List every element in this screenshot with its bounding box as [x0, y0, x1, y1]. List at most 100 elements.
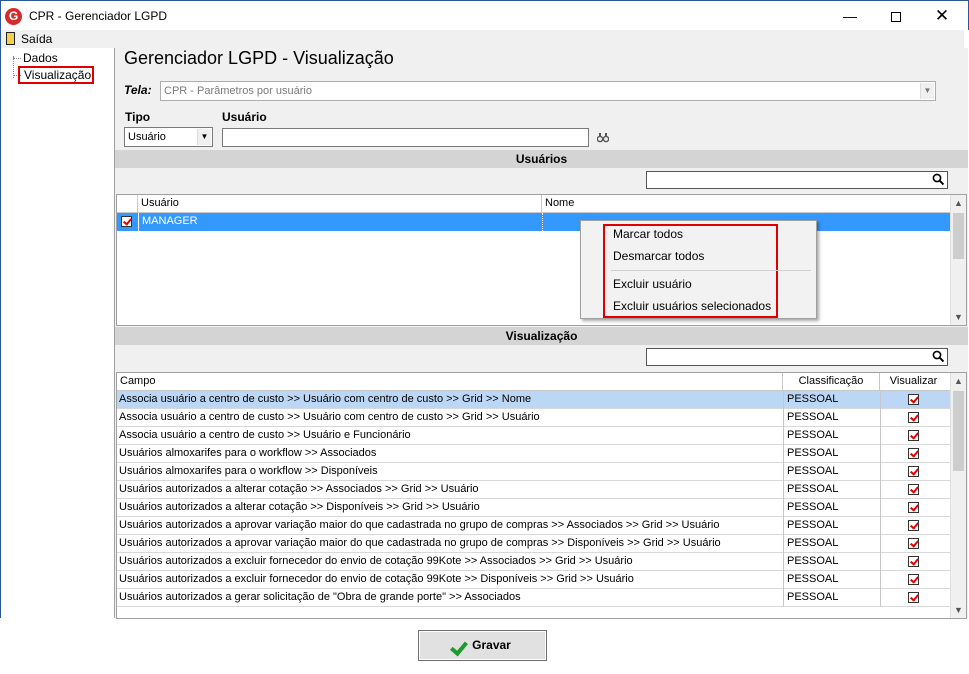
- usuario-label: Usuário: [222, 110, 267, 124]
- cell-campo: Associa usuário a centro de custo >> Usu…: [119, 411, 540, 423]
- usuario-input[interactable]: [222, 128, 589, 147]
- visualizacao-search-input[interactable]: [646, 348, 948, 366]
- table-row[interactable]: Usuários almoxarifes para o workflow >> …: [117, 445, 951, 463]
- table-row[interactable]: Usuários autorizados a alterar cotação >…: [117, 499, 951, 517]
- cell-visualizar: [880, 589, 947, 607]
- scroll-down-icon[interactable]: ▼: [951, 602, 966, 618]
- cell-visualizar: [880, 571, 947, 589]
- page-title: Gerenciador LGPD - Visualização: [124, 48, 394, 68]
- table-row[interactable]: Usuários almoxarifes para o workflow >> …: [117, 463, 951, 481]
- table-row[interactable]: Associa usuário a centro de custo >> Usu…: [117, 427, 951, 445]
- cell-classificacao: PESSOAL: [783, 535, 880, 553]
- visualizar-checkbox[interactable]: [908, 412, 919, 423]
- row-checkbox[interactable]: [121, 216, 132, 227]
- search-icon[interactable]: [932, 350, 944, 362]
- menu-item-desmarcar-todos[interactable]: Desmarcar todos: [613, 249, 704, 263]
- visualizar-checkbox[interactable]: [908, 448, 919, 459]
- cell-visualizar: [880, 391, 947, 409]
- tree-item-visualizacao[interactable]: Visualização: [18, 66, 94, 84]
- window-title: CPR - Gerenciador LGPD: [29, 9, 168, 23]
- scroll-down-icon[interactable]: ▼: [951, 309, 966, 325]
- table-row[interactable]: Usuários autorizados a alterar cotação >…: [117, 481, 951, 499]
- cell-classificacao: PESSOAL: [783, 499, 880, 517]
- column-header-classificacao[interactable]: Classificação: [783, 373, 880, 391]
- tipo-label: Tipo: [125, 110, 151, 124]
- visualizar-checkbox[interactable]: [908, 592, 919, 603]
- scroll-up-icon[interactable]: ▲: [951, 373, 966, 389]
- visualizar-checkbox[interactable]: [908, 574, 919, 585]
- tela-label: Tela:: [124, 83, 152, 97]
- cell-classificacao: PESSOAL: [783, 409, 880, 427]
- column-header-nome[interactable]: Nome: [542, 195, 951, 213]
- cell-classificacao: PESSOAL: [783, 391, 880, 409]
- cell-classificacao: PESSOAL: [783, 553, 880, 571]
- visualizacao-grid-header: Campo Classificação Visualizar: [117, 373, 951, 391]
- tela-select[interactable]: CPR - Parâmetros por usuário ▼: [160, 81, 936, 101]
- table-row[interactable]: Usuários autorizados a aprovar variação …: [117, 517, 951, 535]
- cell-visualizar: [880, 499, 947, 517]
- minimize-button[interactable]: —: [827, 1, 873, 31]
- cell-usuario: MANAGER: [138, 213, 542, 231]
- door-exit-icon[interactable]: [6, 32, 15, 45]
- cell-visualizar: [880, 409, 947, 427]
- checkbox-column-header: [117, 195, 138, 213]
- column-header-campo[interactable]: Campo: [117, 373, 783, 391]
- menu-exit[interactable]: Saída: [21, 32, 52, 46]
- save-button[interactable]: Gravar: [418, 630, 547, 661]
- visualizar-checkbox[interactable]: [908, 538, 919, 549]
- search-icon[interactable]: [932, 173, 944, 185]
- visualizacao-scrollbar[interactable]: ▲ ▼: [950, 373, 966, 618]
- scrollbar-thumb[interactable]: [953, 391, 964, 471]
- cell-campo: Usuários autorizados a aprovar variação …: [119, 519, 720, 531]
- tree-item-dados[interactable]: Dados: [23, 51, 58, 65]
- cell-visualizar: [880, 445, 947, 463]
- column-header-visualizar[interactable]: Visualizar: [880, 373, 947, 391]
- visualizar-checkbox[interactable]: [908, 484, 919, 495]
- cell-campo: Usuários almoxarifes para o workflow >> …: [119, 447, 377, 459]
- navigation-tree: Dados Visualização: [0, 48, 115, 618]
- menu-item-excluir-selecionados[interactable]: Excluir usuários selecionados: [613, 299, 771, 313]
- table-row[interactable]: Usuários autorizados a gerar solicitação…: [117, 589, 951, 607]
- visualizar-checkbox[interactable]: [908, 466, 919, 477]
- column-header-usuario[interactable]: Usuário: [138, 195, 542, 213]
- scrollbar-thumb[interactable]: [953, 213, 964, 259]
- menu-item-excluir-usuario[interactable]: Excluir usuário: [613, 277, 692, 291]
- visualizar-checkbox[interactable]: [908, 394, 919, 405]
- table-row[interactable]: Associa usuário a centro de custo >> Usu…: [117, 391, 951, 409]
- visualizar-checkbox[interactable]: [908, 502, 919, 513]
- table-row[interactable]: Associa usuário a centro de custo >> Usu…: [117, 409, 951, 427]
- visualizacao-grid: Campo Classificação Visualizar Associa u…: [116, 372, 967, 619]
- table-row[interactable]: Usuários autorizados a aprovar variação …: [117, 535, 951, 553]
- maximize-icon: [891, 12, 901, 23]
- main-panel: Gerenciador LGPD - Visualização Tela: CP…: [115, 48, 968, 619]
- usuarios-search-input[interactable]: [646, 171, 948, 189]
- chevron-down-icon[interactable]: ▼: [920, 83, 934, 99]
- cell-campo: Usuários almoxarifes para o workflow >> …: [119, 465, 378, 477]
- close-button[interactable]: ✕: [919, 1, 965, 31]
- cell-classificacao: PESSOAL: [783, 463, 880, 481]
- cell-visualizar: [880, 553, 947, 571]
- table-row[interactable]: Usuários autorizados a excluir fornecedo…: [117, 571, 951, 589]
- tipo-select[interactable]: Usuário ▼: [124, 127, 213, 147]
- table-row[interactable]: MANAGER: [117, 213, 950, 231]
- chevron-down-icon[interactable]: ▼: [197, 129, 211, 145]
- cell-classificacao: PESSOAL: [783, 589, 880, 607]
- visualizar-checkbox[interactable]: [908, 430, 919, 441]
- visualizar-checkbox[interactable]: [908, 520, 919, 531]
- usuarios-scrollbar[interactable]: ▲ ▼: [950, 195, 966, 325]
- menu-item-marcar-todos[interactable]: Marcar todos: [613, 227, 683, 241]
- usuarios-grid: Usuário Nome MANAGER ▲ ▼: [116, 194, 967, 326]
- cell-classificacao: PESSOAL: [783, 445, 880, 463]
- tipo-select-value: Usuário: [128, 131, 166, 143]
- visualizar-checkbox[interactable]: [908, 556, 919, 567]
- visualizacao-section-header: Visualização: [115, 327, 968, 345]
- cell-campo: Usuários autorizados a excluir fornecedo…: [119, 573, 634, 585]
- maximize-button[interactable]: [873, 1, 919, 31]
- app-logo-icon: G: [5, 8, 22, 25]
- table-row[interactable]: Usuários autorizados a excluir fornecedo…: [117, 553, 951, 571]
- context-menu: Marcar todos Desmarcar todos Excluir usu…: [580, 220, 817, 319]
- menu-bar: Saída: [0, 30, 969, 48]
- scroll-up-icon[interactable]: ▲: [951, 195, 966, 211]
- cell-campo: Usuários autorizados a aprovar variação …: [119, 537, 721, 549]
- binoculars-search-icon[interactable]: [597, 133, 609, 143]
